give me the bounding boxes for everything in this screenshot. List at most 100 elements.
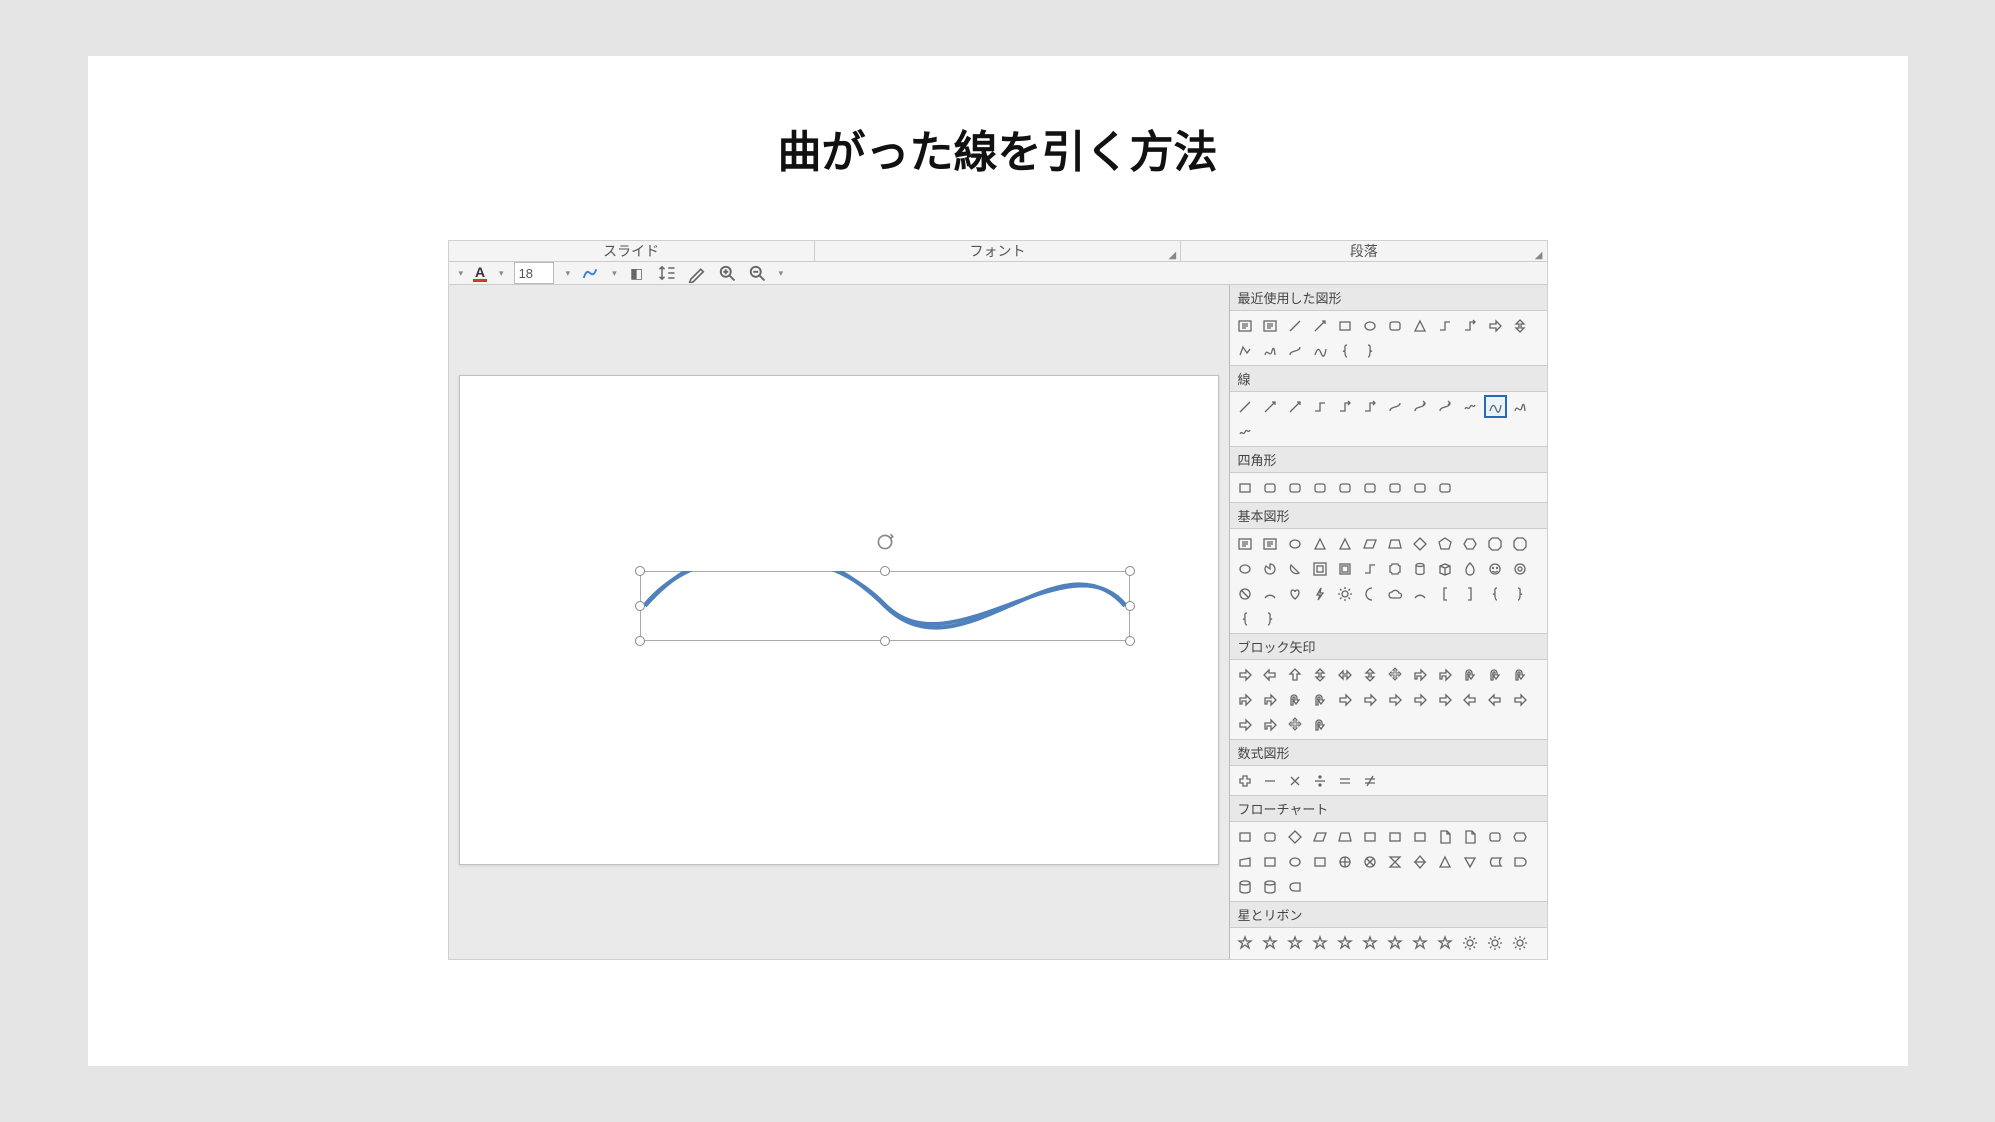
shape-star-icon[interactable] [1284,931,1307,954]
shape-line-icon[interactable] [1284,314,1307,337]
shape-noteq-icon[interactable] [1359,769,1382,792]
shape-star-icon[interactable] [1384,931,1407,954]
shape-merge-icon[interactable] [1459,850,1482,873]
shape-rbrace-icon[interactable] [1509,582,1532,605]
shape-smiley-icon[interactable] [1484,557,1507,580]
shape-poly-icon[interactable] [1234,339,1257,362]
shape-bentarrow-icon[interactable] [1234,688,1257,711]
shape-minus-icon[interactable] [1259,769,1282,792]
shape-rbracket-icon[interactable] [1459,582,1482,605]
shape-doc-icon[interactable] [1434,825,1457,848]
shape-pent-icon[interactable] [1434,532,1457,555]
shape-rect-icon[interactable] [1309,850,1332,873]
shape-roundrect-icon[interactable] [1434,476,1457,499]
shape-uturn-icon[interactable] [1309,688,1332,711]
dialog-launcher-icon[interactable]: ◢ [1535,250,1543,261]
shape-textbox-icon[interactable] [1234,314,1257,337]
shape-para-icon[interactable] [1359,532,1382,555]
shape-plaque-icon[interactable] [1384,557,1407,580]
shape-trap-icon[interactable] [1334,825,1357,848]
shape-banner-icon[interactable] [1359,956,1382,960]
shape-rect-icon[interactable] [1359,825,1382,848]
shape-diamond-icon[interactable] [1284,825,1307,848]
shape-bentarrow-icon[interactable] [1409,663,1432,686]
shape-sort-icon[interactable] [1409,850,1432,873]
shape-trap-icon[interactable] [1384,532,1407,555]
shape-oct-icon[interactable] [1484,532,1507,555]
shape-bentarrow-icon[interactable] [1259,688,1282,711]
dropdown-caret-icon[interactable]: ▾ [459,268,464,279]
shape-lbrace-icon[interactable] [1334,339,1357,362]
shape-elbowarr-icon[interactable] [1459,314,1482,337]
shape-uturn-icon[interactable] [1459,663,1482,686]
resize-handle-w[interactable] [635,601,645,611]
shape-banner-icon[interactable] [1409,956,1432,960]
shape-bevel-icon[interactable] [1334,557,1357,580]
shape-star-icon[interactable] [1234,931,1257,954]
shape-storedata-icon[interactable] [1484,850,1507,873]
shape-lightning-icon[interactable] [1309,582,1332,605]
resize-handle-s[interactable] [880,636,890,646]
shape-triangle-icon[interactable] [1309,532,1332,555]
shape-prep-icon[interactable] [1509,825,1532,848]
zoom-in-icon[interactable] [717,263,737,283]
shape-roundrect-icon[interactable] [1334,476,1357,499]
shape-oct-icon[interactable] [1509,532,1532,555]
shape-divide-icon[interactable] [1309,769,1332,792]
shape-oval-icon[interactable] [1284,850,1307,873]
shape-larrow-icon[interactable] [1259,663,1282,686]
shape-lbrace-icon[interactable] [1234,607,1257,630]
shape-sun-icon[interactable] [1334,582,1357,605]
shape-cloud-icon[interactable] [1384,582,1407,605]
resize-handle-se[interactable] [1125,636,1135,646]
shape-star-icon[interactable] [1434,931,1457,954]
shape-rarrow-icon[interactable] [1234,663,1257,686]
shape-freeform-icon[interactable] [1509,395,1532,418]
shape-oval-icon[interactable] [1284,532,1307,555]
shape-db-icon[interactable] [1259,875,1282,898]
shape-para-icon[interactable] [1309,825,1332,848]
shape-bentarrow-icon[interactable] [1434,663,1457,686]
shape-triangle-icon[interactable] [1334,532,1357,555]
shape-textbox-icon[interactable] [1234,532,1257,555]
font-size-input[interactable]: 18 [514,262,554,284]
shape-banner-icon[interactable] [1384,956,1407,960]
resize-handle-n[interactable] [880,566,890,576]
shape-larrow-icon[interactable] [1459,688,1482,711]
shape-elbowarr-icon[interactable] [1359,395,1382,418]
shape-lbrace-icon[interactable] [1484,582,1507,605]
shape-rarrow-icon[interactable] [1509,688,1532,711]
shape-rarrow-icon[interactable] [1334,688,1357,711]
resize-handle-sw[interactable] [635,636,645,646]
shape-roundrect-icon[interactable] [1309,476,1332,499]
shape-connectorarr-icon[interactable] [1434,395,1457,418]
shape-rarrow-icon[interactable] [1359,688,1382,711]
shape-sun-icon[interactable] [1484,931,1507,954]
shape-roundrect-icon[interactable] [1259,476,1282,499]
shape-pie-icon[interactable] [1259,557,1282,580]
shape-bentarrow-icon[interactable] [1259,713,1282,736]
shape-heart-icon[interactable] [1284,582,1307,605]
shape-quadarrow-icon[interactable] [1284,713,1307,736]
shape-arrow-icon[interactable] [1259,395,1282,418]
shape-arc-icon[interactable] [1409,582,1432,605]
shape-darrow-icon[interactable] [1309,663,1332,686]
shape-sun-icon[interactable] [1459,931,1482,954]
shape-roundrect-icon[interactable] [1409,476,1432,499]
shape-rect-icon[interactable] [1259,850,1282,873]
shape-uturn-icon[interactable] [1484,663,1507,686]
shape-rarrow-icon[interactable] [1484,314,1507,337]
shape-roundrect-icon[interactable] [1359,476,1382,499]
shape-elbow-icon[interactable] [1309,395,1332,418]
shape-elbowarr-icon[interactable] [1334,395,1357,418]
shape-larrow-icon[interactable] [1484,688,1507,711]
shape-rect-icon[interactable] [1234,476,1257,499]
shape-ribbon-icon[interactable] [1234,956,1257,960]
shape-banner-icon[interactable] [1284,956,1307,960]
shape-equals-icon[interactable] [1334,769,1357,792]
shape-roundrect-icon[interactable] [1284,476,1307,499]
shape-can-icon[interactable] [1409,557,1432,580]
ribbon-group-font[interactable]: フォント ◢ [815,241,1181,261]
font-color-button[interactable]: A [473,265,487,282]
arrange-icon[interactable]: ◧ [627,263,647,283]
